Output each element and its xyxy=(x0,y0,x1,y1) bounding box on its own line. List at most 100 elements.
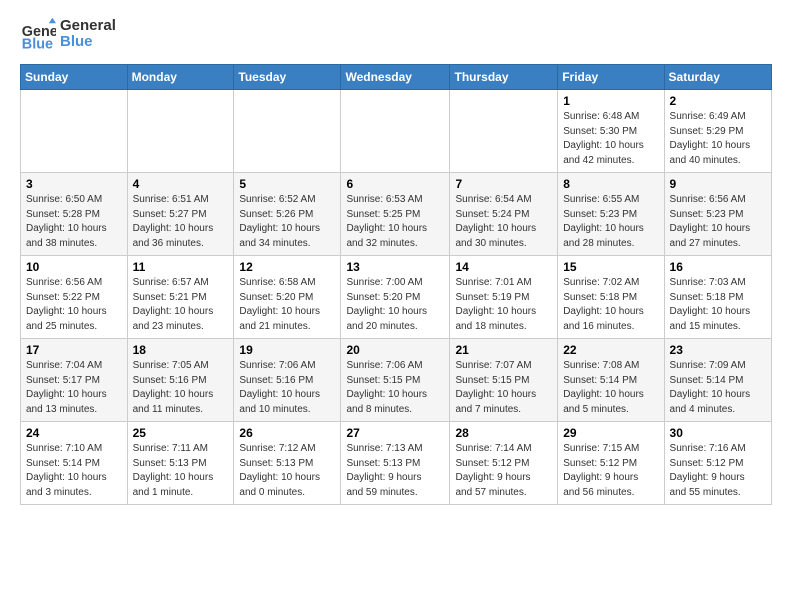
day-info: Sunrise: 7:01 AM Sunset: 5:19 PM Dayligh… xyxy=(455,276,552,334)
day-cell: 24 Sunrise: 7:10 AM Sunset: 5:14 PM Dayli… xyxy=(21,422,128,505)
day-cell: 26Sunrise: 7:12 AM Sunset: 5:13 PM Dayli… xyxy=(234,422,341,505)
day-cell xyxy=(450,90,558,173)
day-cell: 13 Sunrise: 7:00 AM Sunset: 5:20 PM Dayli… xyxy=(341,256,450,339)
day-info: Sunrise: 7:09 AM Sunset: 5:14 PM Dayligh… xyxy=(670,359,766,417)
day-number: 11 xyxy=(133,260,229,274)
weekday-header-monday: Monday xyxy=(127,65,234,90)
day-cell: 16 Sunrise: 7:03 AM Sunset: 5:18 PM Dayli… xyxy=(664,256,771,339)
week-row-2: 3 Sunrise: 6:50 AM Sunset: 5:28 PM Daylig… xyxy=(21,173,772,256)
day-info: Sunrise: 7:04 AM Sunset: 5:17 PM Dayligh… xyxy=(26,359,122,417)
day-info: Sunrise: 6:55 AM Sunset: 5:23 PM Dayligh… xyxy=(563,193,658,251)
day-cell: 18 Sunrise: 7:05 AM Sunset: 5:16 PM Dayli… xyxy=(127,339,234,422)
weekday-header-friday: Friday xyxy=(558,65,664,90)
day-number: 9 xyxy=(670,177,766,191)
svg-text:Blue: Blue xyxy=(22,36,53,52)
day-info: Sunrise: 6:51 AM Sunset: 5:27 PM Dayligh… xyxy=(133,193,229,251)
day-cell: 5 Sunrise: 6:52 AM Sunset: 5:26 PM Daylig… xyxy=(234,173,341,256)
day-number: 26 xyxy=(239,426,335,440)
day-number: 4 xyxy=(133,177,229,191)
day-cell: 27Sunrise: 7:13 AM Sunset: 5:13 PM Dayli… xyxy=(341,422,450,505)
day-number: 30 xyxy=(670,426,766,440)
day-info: Sunrise: 7:16 AM Sunset: 5:12 PM Dayligh… xyxy=(670,442,766,500)
day-cell: 19 Sunrise: 7:06 AM Sunset: 5:16 PM Dayli… xyxy=(234,339,341,422)
day-info: Sunrise: 6:50 AM Sunset: 5:28 PM Dayligh… xyxy=(26,193,122,251)
day-cell: 7 Sunrise: 6:54 AM Sunset: 5:24 PM Daylig… xyxy=(450,173,558,256)
day-info: Sunrise: 7:03 AM Sunset: 5:18 PM Dayligh… xyxy=(670,276,766,334)
day-cell: 1 Sunrise: 6:48 AM Sunset: 5:30 PM Daylig… xyxy=(558,90,664,173)
day-info: Sunrise: 7:08 AM Sunset: 5:14 PM Dayligh… xyxy=(563,359,658,417)
day-number: 10 xyxy=(26,260,122,274)
day-number: 12 xyxy=(239,260,335,274)
day-number: 6 xyxy=(346,177,444,191)
day-cell: 2 Sunrise: 6:49 AM Sunset: 5:29 PM Daylig… xyxy=(664,90,771,173)
day-info: Sunrise: 6:56 AM Sunset: 5:23 PM Dayligh… xyxy=(670,193,766,251)
day-info: Sunrise: 6:48 AM Sunset: 5:30 PM Dayligh… xyxy=(563,110,658,168)
week-row-1: 1 Sunrise: 6:48 AM Sunset: 5:30 PM Daylig… xyxy=(21,90,772,173)
day-cell: 3 Sunrise: 6:50 AM Sunset: 5:28 PM Daylig… xyxy=(21,173,128,256)
weekday-header-row: SundayMondayTuesdayWednesdayThursdayFrid… xyxy=(21,65,772,90)
calendar-table: SundayMondayTuesdayWednesdayThursdayFrid… xyxy=(20,64,772,505)
day-info: Sunrise: 7:07 AM Sunset: 5:15 PM Dayligh… xyxy=(455,359,552,417)
day-info: Sunrise: 7:15 AM Sunset: 5:12 PM Dayligh… xyxy=(563,442,658,500)
day-info: Sunrise: 6:58 AM Sunset: 5:20 PM Dayligh… xyxy=(239,276,335,334)
day-info: Sunrise: 6:57 AM Sunset: 5:21 PM Dayligh… xyxy=(133,276,229,334)
day-info: Sunrise: 7:06 AM Sunset: 5:16 PM Dayligh… xyxy=(239,359,335,417)
day-number: 2 xyxy=(670,94,766,108)
weekday-header-saturday: Saturday xyxy=(664,65,771,90)
page: General Blue General Blue SundayMondayTu… xyxy=(0,0,792,515)
day-info: Sunrise: 7:10 AM Sunset: 5:14 PM Dayligh… xyxy=(26,442,122,500)
day-number: 13 xyxy=(346,260,444,274)
header: General Blue General Blue xyxy=(20,16,772,52)
day-cell: 15Sunrise: 7:02 AM Sunset: 5:18 PM Dayli… xyxy=(558,256,664,339)
day-number: 20 xyxy=(346,343,444,357)
day-number: 29 xyxy=(563,426,658,440)
day-cell: 22 Sunrise: 7:08 AM Sunset: 5:14 PM Dayli… xyxy=(558,339,664,422)
day-info: Sunrise: 7:11 AM Sunset: 5:13 PM Dayligh… xyxy=(133,442,229,500)
day-cell: 23Sunrise: 7:09 AM Sunset: 5:14 PM Dayli… xyxy=(664,339,771,422)
day-info: Sunrise: 6:53 AM Sunset: 5:25 PM Dayligh… xyxy=(346,193,444,251)
day-cell: 21 Sunrise: 7:07 AM Sunset: 5:15 PM Dayli… xyxy=(450,339,558,422)
day-number: 3 xyxy=(26,177,122,191)
day-number: 8 xyxy=(563,177,658,191)
weekday-header-wednesday: Wednesday xyxy=(341,65,450,90)
day-number: 17 xyxy=(26,343,122,357)
day-cell: 29 Sunrise: 7:15 AM Sunset: 5:12 PM Dayli… xyxy=(558,422,664,505)
logo: General Blue General Blue xyxy=(20,16,116,52)
day-number: 5 xyxy=(239,177,335,191)
day-number: 1 xyxy=(563,94,658,108)
day-cell: 10 Sunrise: 6:56 AM Sunset: 5:22 PM Dayli… xyxy=(21,256,128,339)
day-info: Sunrise: 7:05 AM Sunset: 5:16 PM Dayligh… xyxy=(133,359,229,417)
day-cell: 17 Sunrise: 7:04 AM Sunset: 5:17 PM Dayli… xyxy=(21,339,128,422)
day-number: 18 xyxy=(133,343,229,357)
day-cell xyxy=(127,90,234,173)
day-number: 22 xyxy=(563,343,658,357)
day-number: 28 xyxy=(455,426,552,440)
day-cell: 6 Sunrise: 6:53 AM Sunset: 5:25 PM Daylig… xyxy=(341,173,450,256)
day-cell: 20Sunrise: 7:06 AM Sunset: 5:15 PM Dayli… xyxy=(341,339,450,422)
day-info: Sunrise: 6:52 AM Sunset: 5:26 PM Dayligh… xyxy=(239,193,335,251)
logo-icon: General Blue xyxy=(20,16,56,52)
day-info: Sunrise: 7:13 AM Sunset: 5:13 PM Dayligh… xyxy=(346,442,444,500)
day-info: Sunrise: 6:49 AM Sunset: 5:29 PM Dayligh… xyxy=(670,110,766,168)
day-cell: 28Sunrise: 7:14 AM Sunset: 5:12 PM Dayli… xyxy=(450,422,558,505)
logo-text: General Blue xyxy=(60,18,116,51)
day-cell: 25Sunrise: 7:11 AM Sunset: 5:13 PM Dayli… xyxy=(127,422,234,505)
weekday-header-tuesday: Tuesday xyxy=(234,65,341,90)
day-cell: 11 Sunrise: 6:57 AM Sunset: 5:21 PM Dayli… xyxy=(127,256,234,339)
weekday-header-sunday: Sunday xyxy=(21,65,128,90)
day-info: Sunrise: 7:00 AM Sunset: 5:20 PM Dayligh… xyxy=(346,276,444,334)
day-info: Sunrise: 6:56 AM Sunset: 5:22 PM Dayligh… xyxy=(26,276,122,334)
day-cell: 14 Sunrise: 7:01 AM Sunset: 5:19 PM Dayli… xyxy=(450,256,558,339)
day-number: 16 xyxy=(670,260,766,274)
day-number: 21 xyxy=(455,343,552,357)
day-number: 7 xyxy=(455,177,552,191)
day-cell: 8 Sunrise: 6:55 AM Sunset: 5:23 PM Daylig… xyxy=(558,173,664,256)
day-cell: 12 Sunrise: 6:58 AM Sunset: 5:20 PM Dayli… xyxy=(234,256,341,339)
day-number: 19 xyxy=(239,343,335,357)
day-cell: 30 Sunrise: 7:16 AM Sunset: 5:12 PM Dayli… xyxy=(664,422,771,505)
weekday-header-thursday: Thursday xyxy=(450,65,558,90)
day-number: 14 xyxy=(455,260,552,274)
day-info: Sunrise: 6:54 AM Sunset: 5:24 PM Dayligh… xyxy=(455,193,552,251)
day-number: 24 xyxy=(26,426,122,440)
week-row-5: 24 Sunrise: 7:10 AM Sunset: 5:14 PM Dayli… xyxy=(21,422,772,505)
